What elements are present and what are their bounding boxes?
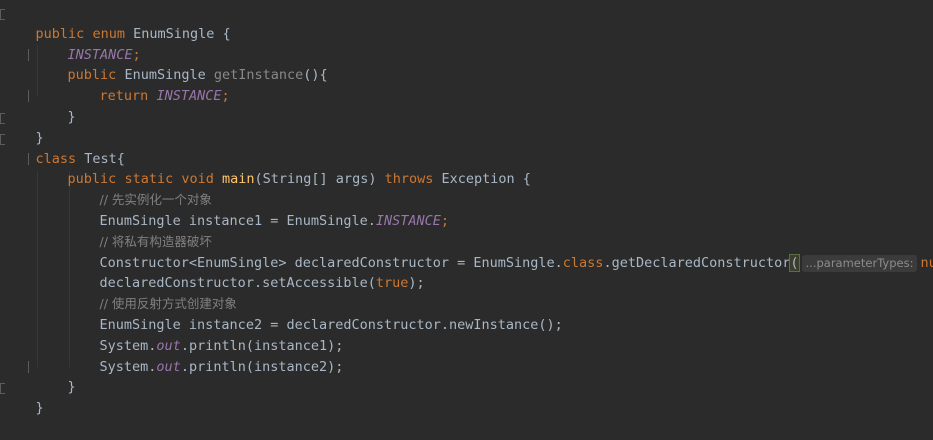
code-line[interactable]: // 先实例化一个对象 bbox=[67, 169, 933, 207]
code-line[interactable]: } bbox=[0, 86, 933, 125]
fold-marker-icon[interactable] bbox=[0, 133, 5, 145]
code-line[interactable]: INSTANCE; bbox=[35, 24, 933, 63]
code-line[interactable]: } bbox=[0, 357, 933, 395]
fold-marker-icon[interactable] bbox=[0, 383, 5, 395]
brace: } bbox=[35, 400, 44, 417]
code-line[interactable]: EnumSingle instance2 = declaredConstruct… bbox=[67, 294, 933, 333]
code-line[interactable]: Constructor<EnumSingle> declaredConstruc… bbox=[67, 232, 933, 272]
code-line[interactable]: // 使用反射方式创建对象 bbox=[67, 273, 933, 311]
code-line[interactable]: } bbox=[0, 107, 933, 146]
code-line[interactable]: EnumSingle instance1 = EnumSingle.INSTAN… bbox=[67, 190, 933, 229]
code-line[interactable]: } bbox=[0, 377, 933, 416]
code-line[interactable]: return INSTANCE; bbox=[67, 65, 933, 104]
code-line[interactable]: public static void main(String[] args) t… bbox=[0, 149, 933, 187]
code-line[interactable]: System.out.println(instance1); bbox=[67, 315, 933, 354]
code-line[interactable]: declaredConstructor.setAccessible(true); bbox=[67, 253, 933, 291]
indent-guide bbox=[37, 171, 38, 367]
code-line[interactable]: class Test{ bbox=[0, 128, 933, 167]
fold-marker-icon[interactable] bbox=[28, 48, 29, 61]
code-line[interactable]: public EnumSingle getInstance(){ bbox=[0, 45, 933, 83]
code-line[interactable]: // 将私有构造器破坏 bbox=[67, 211, 933, 249]
fold-marker-icon[interactable] bbox=[0, 9, 5, 20]
fold-marker-icon[interactable] bbox=[28, 90, 29, 103]
fold-marker-icon[interactable] bbox=[28, 360, 29, 373]
fold-marker-icon[interactable] bbox=[28, 152, 29, 165]
code-line[interactable]: public enum EnumSingle { bbox=[0, 3, 933, 42]
code-editor[interactable]: public enum EnumSingle { INSTANCE; publi… bbox=[0, 3, 933, 416]
fold-marker-icon[interactable] bbox=[0, 113, 5, 124]
code-line[interactable]: System.out.println(instance2); bbox=[67, 336, 933, 375]
